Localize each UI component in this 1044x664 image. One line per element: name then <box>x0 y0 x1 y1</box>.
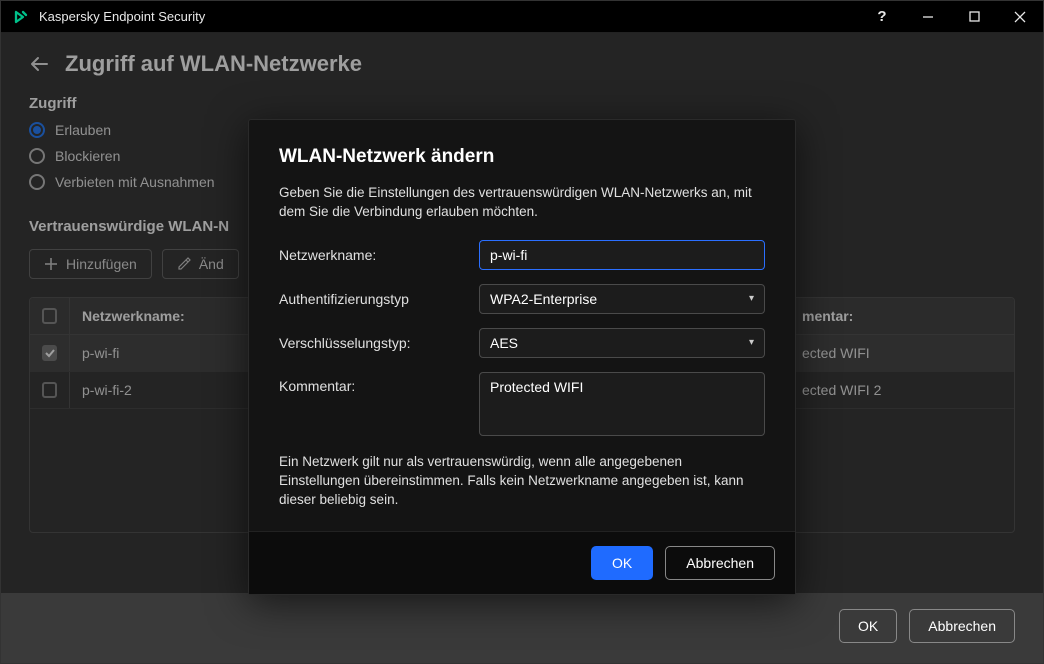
page-ok-button[interactable]: OK <box>839 609 897 643</box>
maximize-button[interactable] <box>951 1 997 33</box>
dialog-description: Geben Sie die Einstellungen des vertraue… <box>279 184 765 222</box>
label-network-name: Netzwerkname: <box>279 247 479 263</box>
enc-type-value: AES <box>490 335 518 351</box>
label-auth-type: Authentifizierungstyp <box>279 291 479 307</box>
chevron-down-icon: ▾ <box>749 337 754 348</box>
edit-network-dialog: WLAN-Netzwerk ändern Geben Sie die Einst… <box>248 119 796 595</box>
enc-type-select[interactable]: AES ▾ <box>479 328 765 358</box>
dialog-ok-button[interactable]: OK <box>591 546 653 580</box>
network-name-input[interactable] <box>479 240 765 270</box>
dialog-title: WLAN-Netzwerk ändern <box>279 146 765 168</box>
titlebar: Kaspersky Endpoint Security ? <box>1 1 1043 33</box>
label-comment: Kommentar: <box>279 372 479 394</box>
dialog-note: Ein Netzwerk gilt nur als vertrauenswürd… <box>279 453 765 510</box>
page-cancel-button[interactable]: Abbrechen <box>909 609 1015 643</box>
help-button[interactable]: ? <box>859 1 905 33</box>
dialog-cancel-button[interactable]: Abbrechen <box>665 546 775 580</box>
app-logo-icon <box>13 9 29 25</box>
auth-type-value: WPA2-Enterprise <box>490 291 597 307</box>
auth-type-select[interactable]: WPA2-Enterprise ▾ <box>479 284 765 314</box>
comment-textarea[interactable] <box>479 372 765 436</box>
window-title: Kaspersky Endpoint Security <box>39 9 859 24</box>
modal-overlay: WLAN-Netzwerk ändern Geben Sie die Einst… <box>1 33 1043 593</box>
minimize-button[interactable] <box>905 1 951 33</box>
chevron-down-icon: ▾ <box>749 293 754 304</box>
label-enc-type: Verschlüsselungstyp: <box>279 335 479 351</box>
close-button[interactable] <box>997 1 1043 33</box>
